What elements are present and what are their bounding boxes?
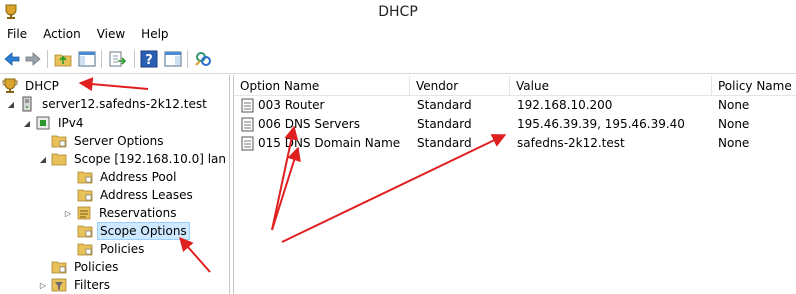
up-folder-icon[interactable] xyxy=(53,49,73,69)
menu-view[interactable]: View xyxy=(89,24,133,44)
table-row[interactable]: 003 Router Standard 192.168.10.200 None xyxy=(234,96,796,115)
cell-vendor: Standard xyxy=(417,117,472,131)
tree-item-scope[interactable]: ◢ Scope [192.168.10.0] lan xyxy=(38,150,228,168)
cell-option-name: 003 Router xyxy=(258,98,325,112)
column-header-vendor[interactable]: Vendor xyxy=(410,76,510,96)
folder-policies-icon xyxy=(51,261,67,274)
expanded-arrow-icon[interactable]: ◢ xyxy=(6,100,16,109)
folder-options-icon xyxy=(51,135,67,148)
tree-label: Address Leases xyxy=(100,188,193,202)
tree-item-address-leases[interactable]: Address Leases xyxy=(77,186,195,204)
option-document-icon xyxy=(241,98,254,113)
cell-value: safedns-2k12.test xyxy=(517,136,625,150)
column-header-policy-name[interactable]: Policy Name xyxy=(712,76,796,96)
cell-policy-name: None xyxy=(718,136,750,150)
folder-options-icon xyxy=(77,225,93,238)
toolbar-separator xyxy=(134,50,135,68)
tree-label: IPv4 xyxy=(58,116,84,130)
folder-pool-icon xyxy=(77,171,93,184)
window-title: DHCP xyxy=(378,4,418,20)
tree-label: Policies xyxy=(100,242,145,256)
menu-bar: File Action View Help xyxy=(0,24,796,44)
column-header-value[interactable]: Value xyxy=(510,76,712,96)
table-header: Option Name Vendor Value Policy Name xyxy=(234,76,796,96)
tree-label: Reservations xyxy=(99,206,177,220)
tree-label: server12.safedns-2k12.test xyxy=(42,97,207,111)
show-hide-action-pane-icon[interactable] xyxy=(163,49,183,69)
tree-item-scope-options[interactable]: Scope Options xyxy=(77,222,190,240)
expanded-arrow-icon[interactable]: ◢ xyxy=(22,119,32,128)
tree-item-scope-policies[interactable]: Policies xyxy=(77,240,146,258)
option-document-icon xyxy=(241,117,254,132)
expanded-arrow-icon[interactable]: ◢ xyxy=(38,155,48,164)
tree-item-ipv4[interactable]: ◢ IPv4 xyxy=(22,114,86,132)
tree-label: Server Options xyxy=(74,134,164,148)
title-bar: DHCP xyxy=(0,0,796,24)
table-row[interactable]: 015 DNS Domain Name Standard safedns-2k1… xyxy=(234,134,796,153)
tree-item-dhcp[interactable]: DHCP xyxy=(2,77,61,95)
tree-item-server-options[interactable]: Server Options xyxy=(51,132,165,150)
tree-item-policies[interactable]: Policies xyxy=(51,258,120,276)
export-list-icon[interactable] xyxy=(107,49,127,69)
tree-item-reservations[interactable]: ▷ Reservations xyxy=(63,204,178,222)
option-document-icon xyxy=(241,136,254,151)
tree-label: Scope Options xyxy=(97,222,190,240)
tree-label: DHCP xyxy=(25,79,59,93)
tree-item-address-pool[interactable]: Address Pool xyxy=(77,168,178,186)
cell-vendor: Standard xyxy=(417,136,472,150)
folder-leases-icon xyxy=(77,189,93,202)
console-tree-pane: DHCP ◢ server12.safedns-2k12.test ◢ IPv4… xyxy=(0,75,230,294)
reservations-icon xyxy=(77,206,91,220)
toolbar: ? xyxy=(0,44,796,74)
options-list-pane: Option Name Vendor Value Policy Name 003… xyxy=(233,75,796,294)
folder-icon xyxy=(51,153,67,166)
tree-item-server[interactable]: ◢ server12.safedns-2k12.test xyxy=(6,95,209,113)
dhcp-trophy-icon xyxy=(2,78,18,93)
table-row[interactable]: 006 DNS Servers Standard 195.46.39.39, 1… xyxy=(234,115,796,134)
cell-value: 192.168.10.200 xyxy=(517,98,613,112)
tree-label: Filters xyxy=(74,278,110,292)
ipv4-icon xyxy=(36,116,50,130)
cell-policy-name: None xyxy=(718,98,750,112)
help-icon[interactable]: ? xyxy=(139,49,159,69)
tree-label: Address Pool xyxy=(100,170,177,184)
menu-file[interactable]: File xyxy=(0,24,35,44)
collapsed-arrow-icon[interactable]: ▷ xyxy=(38,281,48,290)
tree-item-filters[interactable]: ▷ Filters xyxy=(38,276,112,294)
menu-help[interactable]: Help xyxy=(133,24,176,44)
cell-option-name: 015 DNS Domain Name xyxy=(258,136,401,150)
menu-action[interactable]: Action xyxy=(35,24,89,44)
folder-policies-icon xyxy=(77,243,93,256)
back-icon[interactable] xyxy=(2,49,22,69)
toolbar-separator xyxy=(47,50,48,68)
refresh-server-icon[interactable] xyxy=(193,49,213,69)
collapsed-arrow-icon[interactable]: ▷ xyxy=(63,209,73,218)
svg-text:?: ? xyxy=(145,53,153,68)
forward-icon[interactable] xyxy=(23,49,43,69)
tree-label: Policies xyxy=(74,260,119,274)
cell-policy-name: None xyxy=(718,117,750,131)
tree-label: Scope [192.168.10.0] lan xyxy=(74,152,226,166)
toolbar-separator xyxy=(187,50,188,68)
cell-value: 195.46.39.39, 195.46.39.40 xyxy=(517,117,685,131)
show-hide-console-tree-icon[interactable] xyxy=(77,49,97,69)
cell-vendor: Standard xyxy=(417,98,472,112)
toolbar-separator xyxy=(101,50,102,68)
column-header-option-name[interactable]: Option Name xyxy=(234,76,410,96)
cell-option-name: 006 DNS Servers xyxy=(258,117,360,131)
filter-icon xyxy=(51,278,67,292)
server-icon xyxy=(22,96,32,112)
